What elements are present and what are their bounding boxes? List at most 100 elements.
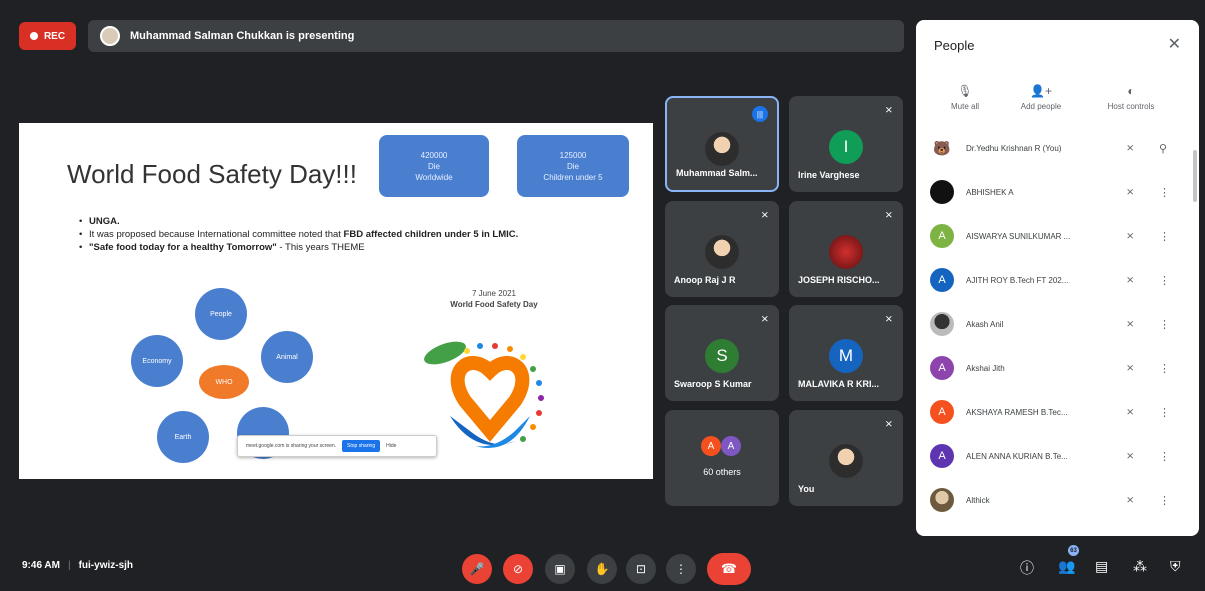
- others-avatar: A: [721, 436, 741, 456]
- mic-off-icon[interactable]: ⨯: [1126, 187, 1134, 198]
- participant-tile[interactable]: ⨯ JOSEPH RISCHO...: [789, 201, 903, 297]
- stat-label: Children under 5: [543, 172, 603, 182]
- participant-avatar: A: [930, 224, 954, 248]
- participant-row[interactable]: A Akshai Jith ⨯ ⋮: [930, 348, 1192, 388]
- bullet-bold-text: "Safe food today for a healthy Tomorrow": [89, 242, 277, 253]
- chat-icon[interactable]: ▤: [1095, 558, 1108, 575]
- mic-off-icon[interactable]: ⨯: [1126, 231, 1134, 242]
- participant-tile[interactable]: ||| Muhammad Salm...: [665, 96, 779, 192]
- participant-name: Althick: [966, 495, 990, 505]
- more-options-icon[interactable]: ⋮: [1159, 318, 1170, 331]
- participant-tile[interactable]: ⨯ M MALAVIKA R KRI...: [789, 305, 903, 401]
- panel-title: People: [934, 38, 975, 53]
- more-options-icon[interactable]: ⋮: [1159, 494, 1170, 507]
- bullet-text: It was proposed because International co…: [89, 229, 344, 240]
- cycle-center-who: WHO: [199, 365, 249, 399]
- end-call-button[interactable]: ☎: [707, 553, 751, 585]
- mic-off-icon: ⨯: [884, 105, 893, 116]
- participant-avatar: M: [829, 339, 863, 373]
- more-options-icon[interactable]: ⋮: [1159, 230, 1170, 243]
- hide-button[interactable]: Hide: [386, 443, 396, 449]
- participant-row[interactable]: A ALEN ANNA KURIAN B.Te... ⨯ ⋮: [930, 436, 1192, 476]
- meeting-info: 9:46 AM | fui-ywiz-sjh: [22, 560, 133, 571]
- more-options-button[interactable]: ⋮: [666, 554, 696, 584]
- participant-row[interactable]: Akash Anil ⨯ ⋮: [930, 304, 1192, 344]
- participant-row[interactable]: ABHISHEK A ⨯ ⋮: [930, 172, 1192, 212]
- camera-toggle-button[interactable]: ⊘: [503, 554, 533, 584]
- host-controls-icon[interactable]: ⛨: [1170, 558, 1181, 575]
- participant-row[interactable]: A AJITH ROY B.Tech FT 202... ⨯ ⋮: [930, 260, 1192, 300]
- people-count-badge: 63: [1068, 545, 1079, 556]
- mic-off-icon[interactable]: ⨯: [1126, 495, 1134, 506]
- screen-share-notice: meet.google.com is sharing your screen. …: [237, 435, 437, 457]
- hand-icon: ✋: [594, 562, 610, 576]
- participant-tile[interactable]: ⨯ Anoop Raj J R: [665, 201, 779, 297]
- participant-row[interactable]: A AKSHAYA RAMESH B.Tec... ⨯ ⋮: [930, 392, 1192, 432]
- logo-caption: 7 June 2021 World Food Safety Day: [429, 288, 559, 310]
- share-notice-text: meet.google.com is sharing your screen.: [246, 443, 337, 449]
- people-icon[interactable]: 👥: [1058, 558, 1075, 575]
- bullet-item: It was proposed because International co…: [79, 228, 599, 241]
- mic-off-icon: 🎤: [469, 562, 485, 576]
- cycle-node-economy: Economy: [131, 335, 183, 387]
- participant-avatar: [829, 235, 863, 269]
- captions-button[interactable]: ▣: [545, 554, 575, 584]
- participant-row[interactable]: Althick ⨯ ⋮: [930, 480, 1192, 520]
- cycle-node-animal: Animal: [261, 331, 313, 383]
- cycle-node-earth: Earth: [157, 411, 209, 463]
- participant-name: AJITH ROY B.Tech FT 202...: [966, 275, 1069, 285]
- mic-off-icon: ⨯: [884, 314, 893, 325]
- participant-avatar: 🐻: [930, 136, 954, 160]
- raise-hand-button[interactable]: ✋: [587, 554, 617, 584]
- participant-avatar: I: [829, 130, 863, 164]
- recording-indicator: REC: [19, 22, 76, 50]
- participant-avatar: [930, 312, 954, 336]
- panel-scrollbar[interactable]: [1193, 150, 1197, 202]
- mic-off-icon: ⨯: [884, 419, 893, 430]
- more-options-icon[interactable]: ⋮: [1159, 450, 1170, 463]
- more-options-icon[interactable]: ⋮: [1159, 274, 1170, 287]
- mic-toggle-button[interactable]: 🎤: [462, 554, 492, 584]
- more-options-icon[interactable]: ⋮: [1159, 406, 1170, 419]
- host-controls-button[interactable]: ◐ Host controls: [1096, 84, 1166, 111]
- participant-name: Anoop Raj J R: [674, 275, 736, 285]
- participant-row[interactable]: A AISWARYA SUNILKUMAR ... ⨯ ⋮: [930, 216, 1192, 256]
- participant-avatar: [930, 488, 954, 512]
- self-tile[interactable]: ⨯ You: [789, 410, 903, 506]
- bullet-text: UNGA.: [89, 216, 120, 227]
- presenting-banner: Muhammad Salman Chukkan is presenting: [88, 20, 904, 52]
- others-tile[interactable]: A A 60 others: [665, 410, 779, 506]
- mic-off-icon[interactable]: ⨯: [1126, 143, 1134, 154]
- close-icon[interactable]: ✕: [1168, 34, 1181, 54]
- mic-off-icon[interactable]: ⨯: [1126, 319, 1134, 330]
- mic-off-icon: ⨯: [884, 210, 893, 221]
- mic-off-icon: ⨯: [760, 210, 769, 221]
- others-avatar: A: [701, 436, 721, 456]
- participant-name: Akash Anil: [966, 319, 1004, 329]
- mic-off-icon[interactable]: ⨯: [1126, 363, 1134, 374]
- participant-row[interactable]: 🐻 Dr.Yedhu Krishnan R (You) ⨯ ⚲: [930, 128, 1192, 168]
- participant-name: ALEN ANNA KURIAN B.Te...: [966, 451, 1068, 461]
- stop-sharing-button[interactable]: Stop sharing: [342, 440, 381, 452]
- pin-icon[interactable]: ⚲: [1159, 142, 1167, 155]
- more-vert-icon: ⋮: [675, 562, 687, 576]
- shared-screen: World Food Safety Day!!! 420000 Die Worl…: [19, 123, 653, 479]
- participant-name: Irine Varghese: [798, 170, 860, 180]
- more-options-icon[interactable]: ⋮: [1159, 186, 1170, 199]
- presenting-text: Muhammad Salman Chukkan is presenting: [130, 30, 355, 42]
- mic-off-icon[interactable]: ⨯: [1126, 407, 1134, 418]
- mic-off-icon[interactable]: ⨯: [1126, 275, 1134, 286]
- participant-tile[interactable]: ⨯ I Irine Varghese: [789, 96, 903, 192]
- people-panel: People ✕ 🎙 Mute all 👤+ Add people ◐ Host co…: [916, 20, 1199, 536]
- participant-tile[interactable]: ⨯ S Swaroop S Kumar: [665, 305, 779, 401]
- logo-date: 7 June 2021: [471, 289, 517, 298]
- mic-off-icon[interactable]: ⨯: [1126, 451, 1134, 462]
- more-options-icon[interactable]: ⋮: [1159, 362, 1170, 375]
- add-people-button[interactable]: 👤+ Add people: [1006, 84, 1076, 111]
- mute-all-button[interactable]: 🎙 Mute all: [930, 84, 1000, 111]
- present-button[interactable]: ⊡: [626, 554, 656, 584]
- action-label: Host controls: [1107, 102, 1155, 111]
- info-icon[interactable]: ⓘ: [1020, 558, 1034, 578]
- toggle-icon: ◐: [1127, 84, 1135, 98]
- activities-icon[interactable]: ⁂: [1133, 558, 1147, 575]
